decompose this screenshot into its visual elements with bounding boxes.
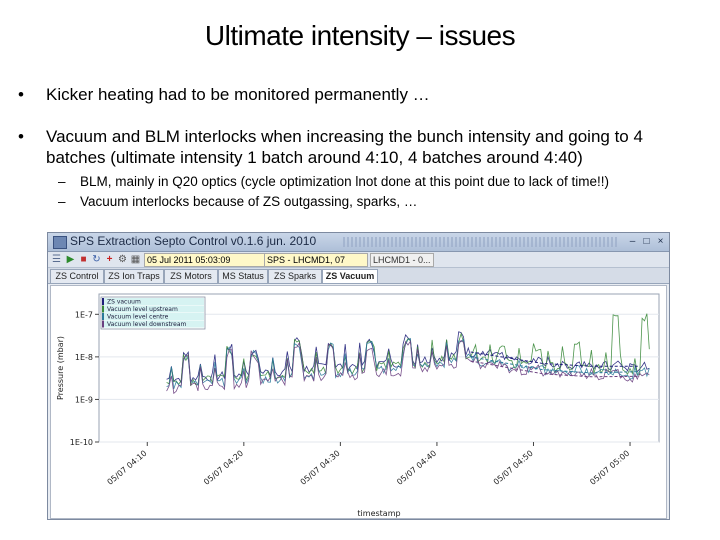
y-tick-label: 1E-10 <box>70 438 93 447</box>
settings-icon[interactable]: ⚙ <box>117 254 128 265</box>
cycle-selector[interactable]: LHCMD1 - 0... <box>370 253 434 267</box>
titlebar-grip <box>343 237 618 247</box>
play-icon[interactable]: ▶ <box>65 254 76 265</box>
legend-swatch <box>102 313 104 320</box>
tab-zs-vacuum[interactable]: ZS Vacuum <box>322 269 378 283</box>
close-icon[interactable]: × <box>655 236 666 247</box>
legend-swatch <box>102 298 104 305</box>
legend-entry: Vacuum level downstream <box>107 321 187 328</box>
x-tick-label: 05/07 04:30 <box>299 449 342 487</box>
y-tick-label: 1E-9 <box>75 395 93 404</box>
x-tick-label: 05/07 04:10 <box>106 449 149 487</box>
x-tick-label: 05/07 04:50 <box>492 449 535 487</box>
bullet-1-text: Kicker heating had to be monitored perma… <box>46 85 430 104</box>
x-tick-label: 05/07 04:40 <box>395 449 438 487</box>
slide-title: Ultimate intensity – issues <box>204 20 516 51</box>
y-tick-label: 1E-8 <box>75 353 93 362</box>
plot-panel: 1E-10 1E-9 1E-8 1E-7 Pressure (mbar) 05/07 04… <box>50 285 667 519</box>
app-window-screenshot: SPS Extraction Septo Control v0.1.6 jun.… <box>47 232 670 520</box>
legend-entry: Vacuum level upstream <box>107 306 178 313</box>
window-titlebar[interactable]: SPS Extraction Septo Control v0.1.6 jun.… <box>48 233 669 252</box>
tab-zs-ion-traps[interactable]: ZS Ion Traps <box>104 269 164 283</box>
datetime-field[interactable]: 05 Jul 2011 05:03:09 <box>144 253 268 267</box>
bullet-2-line-1: Vacuum and BLM interlocks when increasin… <box>46 127 643 146</box>
x-axis-label: timestamp <box>357 509 400 518</box>
bullet-marker: • <box>18 127 24 146</box>
subbullet-marker: – <box>58 194 66 209</box>
grid-icon[interactable]: ▦ <box>130 254 141 265</box>
subbullet-2-text: Vacuum interlocks because of ZS outgassi… <box>80 194 418 209</box>
bullet-2-line-2: batches (ultimate intensity 1 batch arou… <box>46 148 583 167</box>
tab-ms-status[interactable]: MS Status <box>218 269 268 283</box>
tab-zs-sparks[interactable]: ZS Sparks <box>268 269 322 283</box>
app-icon <box>53 236 67 249</box>
add-icon[interactable]: + <box>104 254 115 265</box>
y-axis-label: Pressure (mbar) <box>56 336 65 400</box>
window-title: SPS Extraction Septo Control v0.1.6 jun.… <box>70 234 317 248</box>
tab-bar: ZS Control ZS Ion Traps ZS Motors MS Sta… <box>48 268 669 284</box>
cycle-field[interactable]: SPS - LHCMD1, 07 <box>264 253 368 267</box>
bullet-marker: • <box>18 85 24 104</box>
x-tick-label: 05/07 04:20 <box>202 449 245 487</box>
legend-entry: ZS vacuum <box>107 299 141 306</box>
tab-zs-control[interactable]: ZS Control <box>50 269 104 283</box>
refresh-icon[interactable]: ↻ <box>91 254 102 265</box>
maximize-icon[interactable]: □ <box>641 236 652 247</box>
stop-icon[interactable]: ■ <box>78 254 89 265</box>
legend-entry: Vacuum level centre <box>107 314 169 321</box>
legend-swatch <box>102 305 104 313</box>
pressure-chart[interactable]: 1E-10 1E-9 1E-8 1E-7 Pressure (mbar) 05/07 04… <box>51 286 666 518</box>
subbullet-marker: – <box>58 174 66 189</box>
minimize-icon[interactable]: – <box>627 236 638 247</box>
toolbar: ☰ ▶ ■ ↻ + ⚙ ▦ 05 Jul 2011 05:03:09 SPS -… <box>48 252 669 268</box>
legend-swatch <box>102 320 104 328</box>
menu-icon[interactable]: ☰ <box>51 254 62 265</box>
x-tick-label: 05/07 05:00 <box>588 449 631 487</box>
tab-zs-motors[interactable]: ZS Motors <box>164 269 218 283</box>
y-tick-label: 1E-7 <box>75 310 93 319</box>
subbullet-1-text: BLM, mainly in Q20 optics (cycle optimiz… <box>80 174 609 189</box>
